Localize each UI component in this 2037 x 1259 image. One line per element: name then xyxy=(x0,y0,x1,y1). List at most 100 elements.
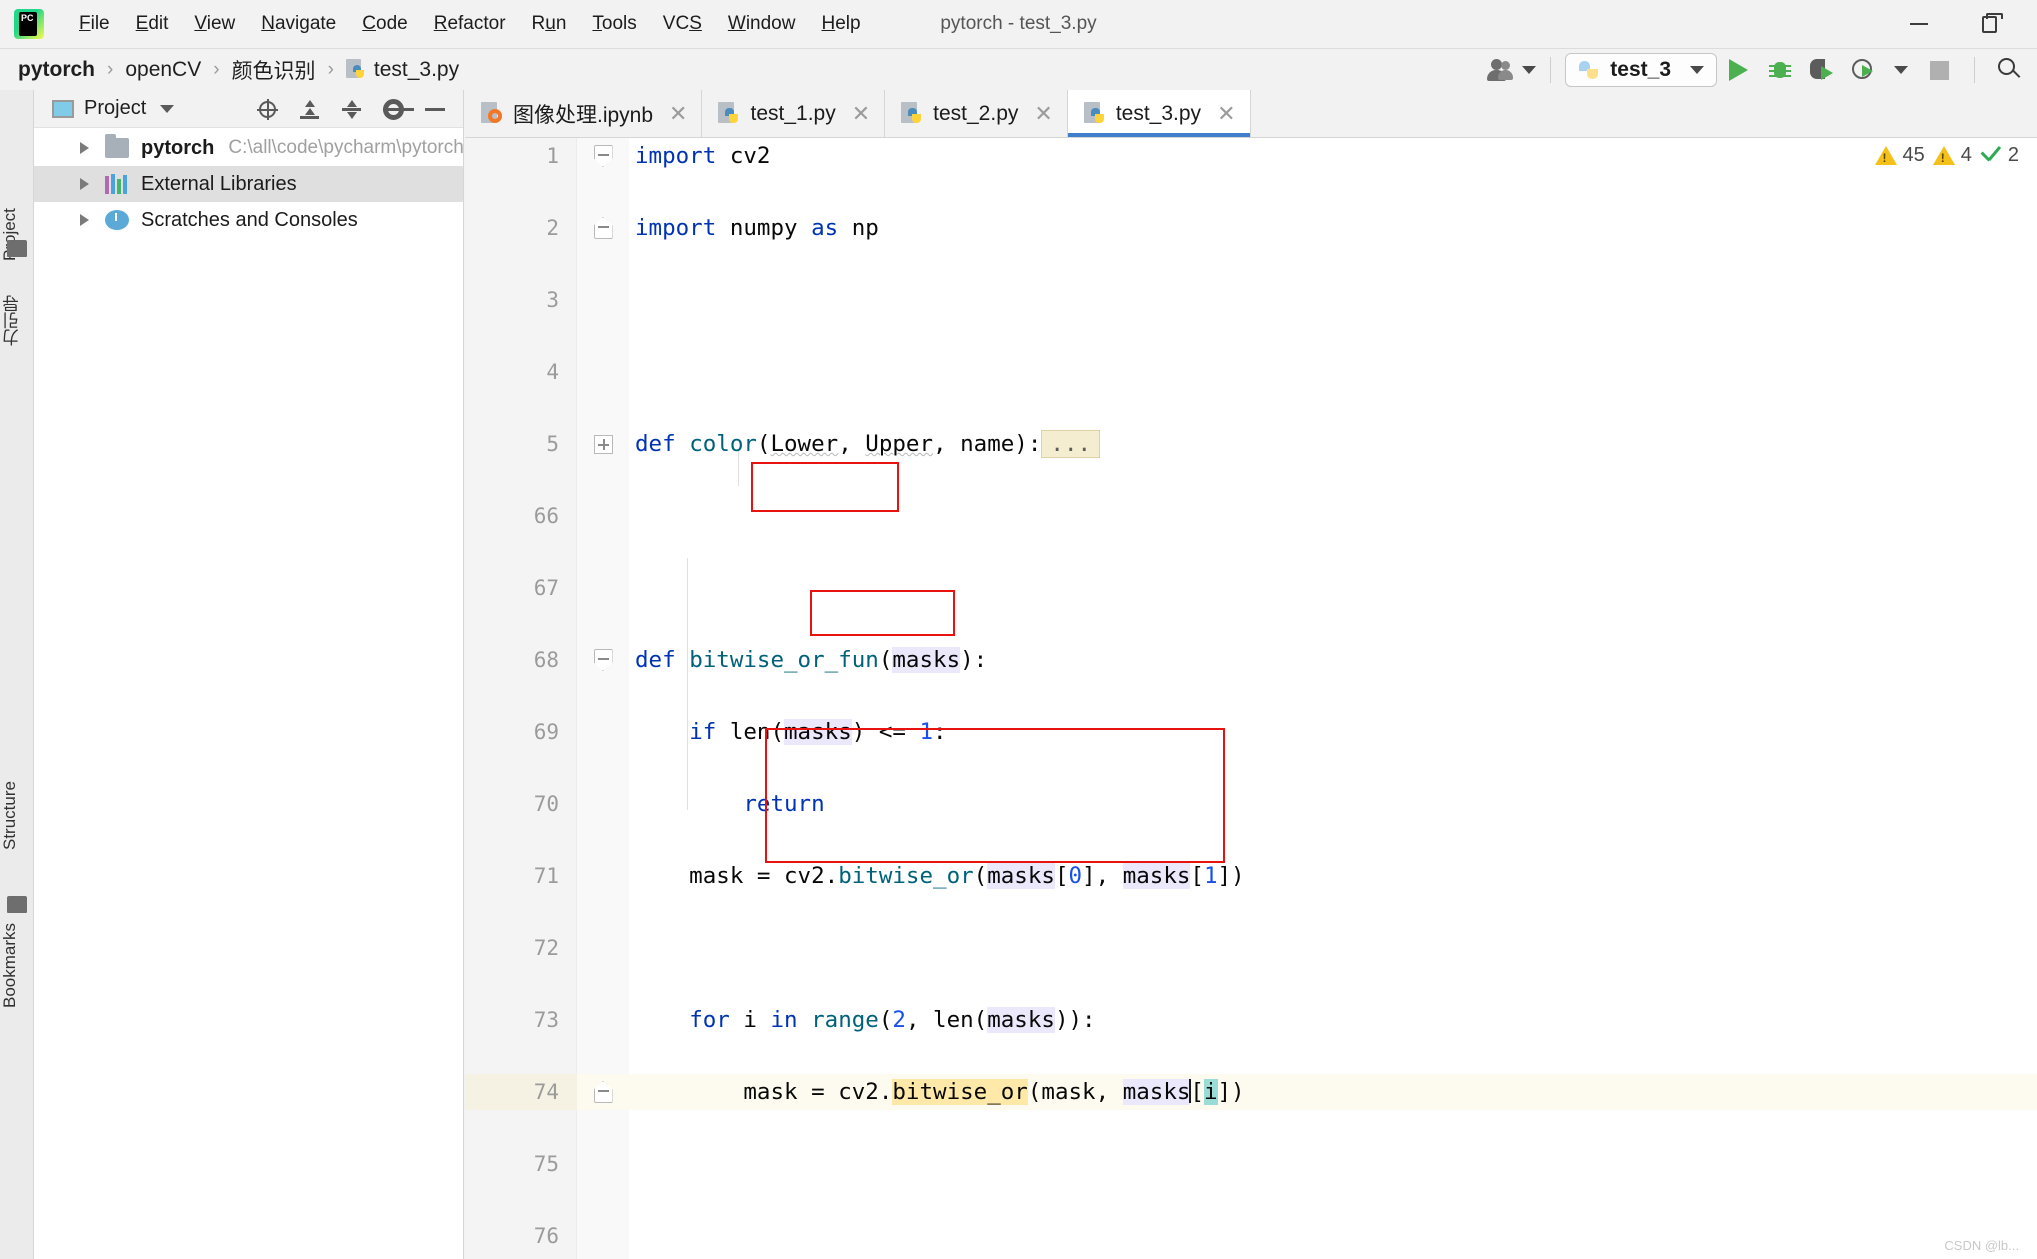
tree-node-path: C:\all\code\pycharm\pytorch xyxy=(228,137,464,158)
run-configuration-selector[interactable]: test_3 xyxy=(1565,53,1717,87)
breadcrumb-separator: › xyxy=(107,58,114,80)
fold-marker[interactable] xyxy=(577,138,629,174)
tree-node-label: External Libraries xyxy=(141,172,297,195)
debug-button[interactable] xyxy=(1759,53,1801,87)
editor-tab-test-1[interactable]: test_1.py ✕ xyxy=(702,90,886,137)
fold-marker[interactable] xyxy=(577,642,629,678)
breadcrumb-item-2[interactable]: 颜色识别 xyxy=(232,55,316,85)
inspection-summary[interactable]: 45 4 2 xyxy=(1874,144,2019,167)
tool-tab-bookmarks[interactable]: Bookmarks xyxy=(0,900,34,1030)
collapse-all-button[interactable] xyxy=(331,90,371,128)
code-text: import numpy as np xyxy=(635,215,879,241)
close-icon[interactable]: ✕ xyxy=(1217,101,1235,127)
chevron-down-icon xyxy=(1690,66,1704,74)
code-text: def bitwise_or_fun(masks): xyxy=(635,647,988,673)
minimize-button[interactable] xyxy=(1891,0,1947,48)
code-line: 2 import numpy as np xyxy=(465,210,2037,246)
menu-tools[interactable]: Tools xyxy=(579,9,649,39)
notebook-icon xyxy=(481,101,503,126)
fold-marker[interactable] xyxy=(577,426,629,462)
navigation-bar: pytorch › openCV › 颜色识别 › test_3.py test… xyxy=(0,48,2037,90)
menu-file[interactable]: File xyxy=(66,9,123,39)
profiler-icon xyxy=(1852,59,1876,81)
weak-warnings-count: 4 xyxy=(1960,144,1972,166)
tree-node-pytorch[interactable]: pytorch C:\all\code\pycharm\pytorch xyxy=(34,130,464,166)
divider xyxy=(1974,57,1975,83)
editor-tab-test-3[interactable]: test_3.py ✕ xyxy=(1067,90,1251,137)
code-line: 76 xyxy=(465,1218,2037,1254)
expand-all-button[interactable] xyxy=(289,90,329,128)
close-icon[interactable]: ✕ xyxy=(669,101,687,127)
breadcrumb-item-0[interactable]: pytorch xyxy=(18,58,95,82)
gear-icon xyxy=(382,98,414,120)
bug-icon xyxy=(1769,59,1791,81)
chevron-down-icon[interactable] xyxy=(1894,66,1908,74)
weak-warnings-indicator[interactable]: 4 xyxy=(1932,144,1972,167)
tree-node-external-libraries[interactable]: External Libraries xyxy=(34,166,463,202)
line-number: 2 xyxy=(546,216,559,240)
maximize-button[interactable] xyxy=(1961,0,2017,48)
run-configuration-label: test_3 xyxy=(1610,58,1671,81)
restore-icon xyxy=(1981,12,2003,33)
run-button[interactable] xyxy=(1717,53,1759,87)
line-number: 70 xyxy=(533,792,559,816)
folder-icon xyxy=(7,240,27,257)
run-with-coverage-button[interactable] xyxy=(1801,53,1843,87)
breadcrumb-item-1[interactable]: openCV xyxy=(125,58,201,82)
code-line: 3 xyxy=(465,282,2037,318)
collapsed-fold-placeholder[interactable]: ... xyxy=(1041,430,1101,458)
breadcrumb: pytorch › openCV › 颜色识别 › test_3.py xyxy=(18,55,459,85)
title-bar: File Edit View Navigate Code Refactor Ru… xyxy=(0,0,2037,48)
menu-refactor[interactable]: Refactor xyxy=(421,9,519,39)
code-line: 73 for i in range(2, len(masks)): xyxy=(465,1002,2037,1038)
menu-bar: File Edit View Navigate Code Refactor Ru… xyxy=(66,9,874,39)
menu-code[interactable]: Code xyxy=(349,9,420,39)
editor-tab-notebook[interactable]: 图像处理.ipynb ✕ xyxy=(465,90,703,137)
warnings-indicator[interactable]: 45 xyxy=(1874,144,1925,167)
collaborate-button[interactable] xyxy=(1477,59,1537,81)
fold-marker[interactable] xyxy=(577,210,629,246)
code-editor[interactable]: 1 import cv2 2 import numpy as np 3 4 5 xyxy=(465,138,2037,1259)
editor-tab-test-2[interactable]: test_2.py ✕ xyxy=(885,90,1068,137)
fold-marker[interactable] xyxy=(577,1074,629,1110)
editor-tab-label: 图像处理.ipynb xyxy=(513,103,654,127)
code-line: 67 xyxy=(465,570,2037,606)
ok-count: 2 xyxy=(2007,144,2019,166)
code-text: mask = cv2.bitwise_or(mask, masks[i]) xyxy=(635,1079,1245,1105)
menu-navigate[interactable]: Navigate xyxy=(248,9,349,39)
chevron-down-icon[interactable] xyxy=(160,104,175,113)
tool-tab-power-save[interactable]: 力引导 xyxy=(0,286,34,356)
breadcrumb-item-3[interactable]: test_3.py xyxy=(374,58,459,82)
menu-run[interactable]: Run xyxy=(519,9,580,39)
tool-tab-structure[interactable]: Structure xyxy=(0,760,34,872)
code-line: 72 xyxy=(465,930,2037,966)
close-icon[interactable]: ✕ xyxy=(852,101,870,127)
search-icon xyxy=(1998,58,2022,82)
menu-view[interactable]: View xyxy=(181,9,248,39)
tree-node-scratches[interactable]: Scratches and Consoles xyxy=(34,202,463,238)
select-opened-file-button[interactable] xyxy=(247,90,287,128)
code-line: 5 def color(Lower, Upper, name):... xyxy=(465,426,2037,462)
line-number: 3 xyxy=(546,288,559,312)
ok-indicator[interactable]: 2 xyxy=(1980,144,2019,167)
hide-panel-button[interactable] xyxy=(415,90,455,128)
stop-button[interactable] xyxy=(1918,53,1960,87)
editor-tab-label: test_2.py xyxy=(933,101,1019,125)
close-icon[interactable]: ✕ xyxy=(1034,101,1052,127)
settings-button[interactable] xyxy=(373,90,414,128)
code-text: def color(Lower, Upper, name):... xyxy=(635,426,1101,462)
chevron-right-icon[interactable] xyxy=(80,142,89,154)
menu-help[interactable]: Help xyxy=(808,9,873,39)
menu-window[interactable]: Window xyxy=(715,9,809,39)
search-everywhere-button[interactable] xyxy=(1989,53,2031,87)
tool-tab-project[interactable]: Project xyxy=(0,190,34,280)
target-icon xyxy=(256,98,278,120)
menu-vcs[interactable]: VCS xyxy=(650,9,715,39)
profile-button[interactable] xyxy=(1843,53,1885,87)
code-line: 69 if len(masks) <= 1: xyxy=(465,714,2037,750)
chevron-right-icon[interactable] xyxy=(80,178,89,190)
collapse-all-icon xyxy=(341,99,362,119)
line-number: 75 xyxy=(533,1152,559,1176)
menu-edit[interactable]: Edit xyxy=(123,9,182,39)
chevron-right-icon[interactable] xyxy=(80,214,89,226)
